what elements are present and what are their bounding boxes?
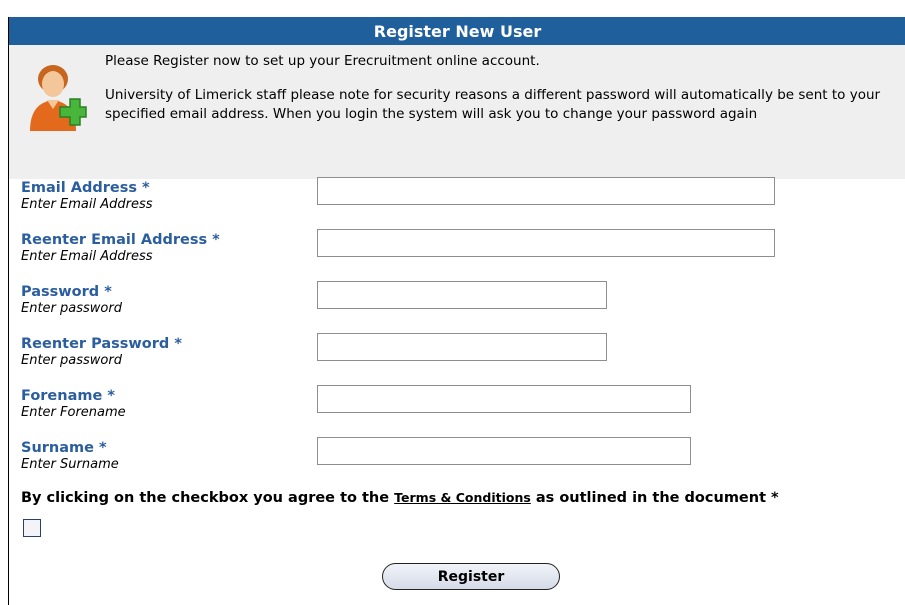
notice-text: Please Register now to set up your Erecr… <box>105 52 895 124</box>
email-confirm-label: Reenter Email Address * <box>21 232 220 248</box>
surname-input[interactable] <box>317 437 691 465</box>
password-confirm-field-group: Reenter Password * Enter password <box>21 335 182 368</box>
notice-staff-note: University of Limerick staff please note… <box>105 87 881 122</box>
forename-hint: Enter Forename <box>21 405 126 420</box>
terms-statement: By clicking on the checkbox you agree to… <box>21 488 905 508</box>
forename-input[interactable] <box>317 385 691 413</box>
password-confirm-hint: Enter password <box>21 353 122 368</box>
email-input[interactable] <box>317 177 775 205</box>
password-label: Password * <box>21 284 112 300</box>
password-hint: Enter password <box>21 301 122 316</box>
email-confirm-input[interactable] <box>317 229 775 257</box>
email-confirm-hint: Enter Email Address <box>21 249 153 264</box>
email-field-group: Email Address * Enter Email Address <box>21 179 153 212</box>
notice-intro: Please Register now to set up your Erecr… <box>105 53 540 69</box>
password-confirm-label: Reenter Password * <box>21 336 182 352</box>
email-label: Email Address * <box>21 180 150 196</box>
forename-label: Forename * <box>21 388 115 404</box>
forename-field-group: Forename * Enter Forename <box>21 387 126 420</box>
email-confirm-field-group: Reenter Email Address * Enter Email Addr… <box>21 231 220 264</box>
terms-text-after: as outlined in the document * <box>530 490 779 506</box>
panel-header: Register New User <box>9 17 905 45</box>
register-button[interactable]: Register <box>382 563 560 590</box>
notice-box: Please Register now to set up your Erecr… <box>9 45 905 179</box>
terms-text-before: By clicking on the checkbox you agree to… <box>21 490 395 506</box>
surname-hint: Enter Surname <box>21 457 119 472</box>
terms-link[interactable]: Terms & Conditions <box>394 490 531 505</box>
surname-label: Surname * <box>21 440 107 456</box>
register-panel: Register New User Please Register now to… <box>8 17 905 605</box>
panel-title: Register New User <box>373 21 542 41</box>
user-add-icon <box>30 65 87 131</box>
surname-field-group: Surname * Enter Surname <box>21 439 119 472</box>
terms-checkbox[interactable] <box>23 519 41 537</box>
password-field-group: Password * Enter password <box>21 283 122 316</box>
password-confirm-input[interactable] <box>317 333 607 361</box>
password-input[interactable] <box>317 281 607 309</box>
email-hint: Enter Email Address <box>21 197 153 212</box>
